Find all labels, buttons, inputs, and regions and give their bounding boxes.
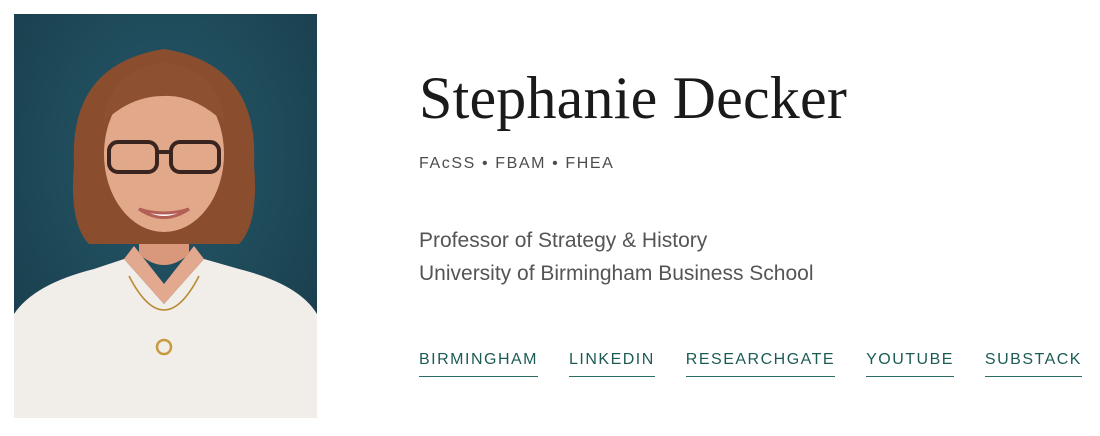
job-title: Professor of Strategy & History bbox=[419, 229, 708, 252]
link-researchgate[interactable]: RESEARCHGATE bbox=[685, 351, 836, 377]
link-linkedin[interactable]: LINKEDIN bbox=[569, 351, 655, 377]
role-block: Professor of Strategy & History Universi… bbox=[419, 224, 814, 290]
profile-details: Stephanie Decker FAcSS • FBAM • FHEA Pro… bbox=[419, 0, 1082, 436]
institution: University of Birmingham Business School bbox=[419, 262, 814, 285]
credentials: FAcSS • FBAM • FHEA bbox=[419, 155, 615, 172]
portrait-image bbox=[14, 14, 317, 418]
profile-name: Stephanie Decker bbox=[419, 65, 848, 131]
profile-links: BIRMINGHAM LINKEDIN RESEARCHGATE YOUTUBE… bbox=[419, 351, 1082, 377]
link-substack[interactable]: SUBSTACK bbox=[984, 351, 1082, 377]
link-birmingham[interactable]: BIRMINGHAM bbox=[419, 351, 538, 377]
link-youtube[interactable]: YOUTUBE bbox=[866, 351, 954, 377]
profile-photo bbox=[14, 14, 317, 418]
